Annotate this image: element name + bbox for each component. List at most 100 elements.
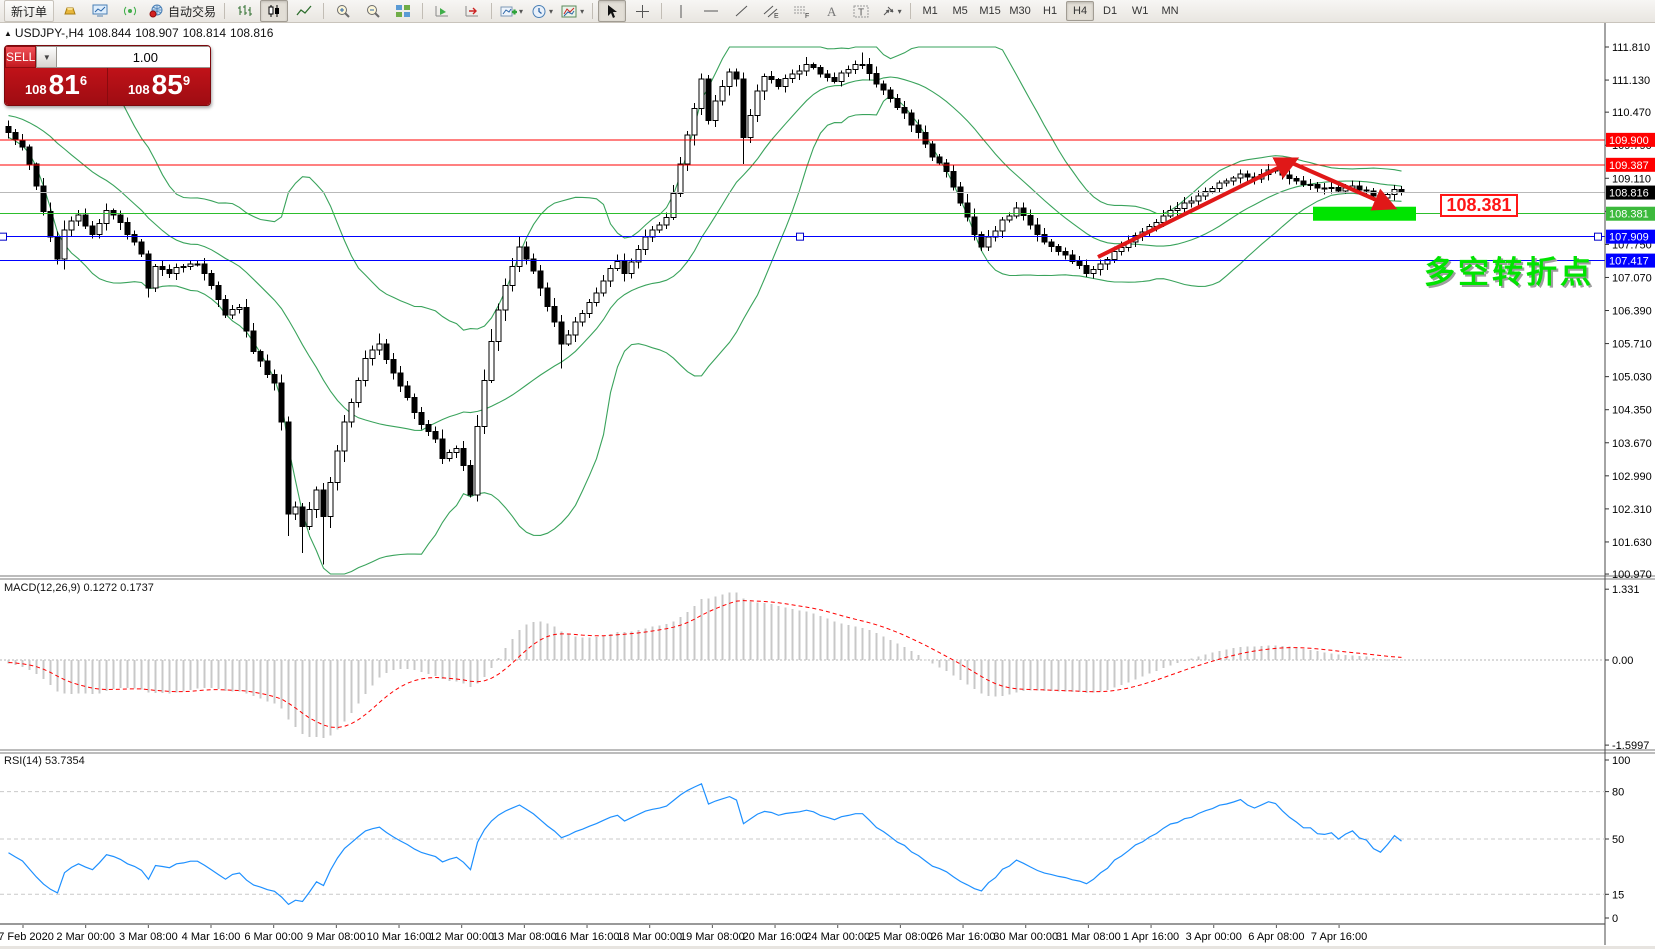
axis-label-109.387: 109.387 <box>1606 158 1655 172</box>
price-chart[interactable]: 111.810111.130110.470109.790109.110108.4… <box>0 23 1655 949</box>
equidistant-channel-tool-icon[interactable]: E <box>757 0 785 22</box>
text-label-tool-icon[interactable]: T <box>847 0 875 22</box>
tf-m1[interactable]: M1 <box>916 1 944 21</box>
tf-w1[interactable]: W1 <box>1126 1 1154 21</box>
chevron-down-icon[interactable]: ▾ <box>519 7 523 16</box>
separator <box>224 3 225 19</box>
chart-window[interactable]: 111.810111.130110.470109.790109.110108.4… <box>0 23 1655 949</box>
price-lines[interactable] <box>0 140 1605 261</box>
terminal-icon[interactable] <box>86 0 114 22</box>
signals-icon[interactable] <box>116 0 144 22</box>
chevron-down-icon[interactable]: ▾ <box>549 7 553 16</box>
tf-m5[interactable]: M5 <box>946 1 974 21</box>
rsi-indicator: 1008050150 <box>0 755 1630 925</box>
axis-label-108.816: 108.816 <box>1606 186 1655 200</box>
axis-label-107.417: 107.417 <box>1606 254 1655 268</box>
candlestick-mode-icon[interactable] <box>260 0 288 22</box>
svg-text:102.990: 102.990 <box>1612 471 1652 483</box>
open-value: 108.844 <box>88 26 131 40</box>
svg-text:24 Mar 00:00: 24 Mar 00:00 <box>805 931 870 943</box>
tf-m15[interactable]: M15 <box>976 1 1004 21</box>
macd-indicator: 1.3310.00-1.5997 <box>0 584 1649 752</box>
sell-button[interactable]: SELL <box>5 46 36 68</box>
collapse-triangle-icon[interactable]: ▲ <box>4 29 12 38</box>
svg-text:101.630: 101.630 <box>1612 537 1652 549</box>
svg-text:9 Mar 08:00: 9 Mar 08:00 <box>307 931 366 943</box>
lot-decrease-button[interactable]: ▼ <box>36 46 57 68</box>
chevron-down-icon[interactable]: ▾ <box>898 7 902 16</box>
separator <box>592 3 593 19</box>
svg-text:3 Apr 00:00: 3 Apr 00:00 <box>1186 931 1242 943</box>
text-tool-icon[interactable]: A <box>817 0 845 22</box>
svg-text:0.00: 0.00 <box>1612 655 1633 667</box>
svg-text:18 Mar 00:00: 18 Mar 00:00 <box>617 931 682 943</box>
tf-h1[interactable]: H1 <box>1036 1 1064 21</box>
cursor-tool-icon[interactable] <box>598 0 626 22</box>
time-axis[interactable]: 27 Feb 20202 Mar 00:003 Mar 08:004 Mar 1… <box>0 925 1367 943</box>
sell-price-point: 6 <box>80 73 87 88</box>
svg-text:111.810: 111.810 <box>1612 42 1650 54</box>
macd-signal-line <box>9 601 1402 728</box>
separator <box>910 3 911 19</box>
svg-text:4 Mar 16:00: 4 Mar 16:00 <box>182 931 241 943</box>
candles <box>6 52 1404 564</box>
chinese-annotation[interactable]: 多空转折点 <box>1424 247 1594 292</box>
bar-chart-mode-icon[interactable] <box>230 0 258 22</box>
svg-text:0: 0 <box>1612 913 1618 925</box>
sell-price-pips: 81 <box>49 70 80 100</box>
zoom-in-icon[interactable] <box>329 0 357 22</box>
macd-histogram <box>8 593 1403 739</box>
svg-text:80: 80 <box>1612 787 1624 799</box>
svg-text:16 Mar 16:00: 16 Mar 16:00 <box>555 931 620 943</box>
new-order-button[interactable]: 新订单 <box>4 0 54 22</box>
tile-windows-icon[interactable] <box>389 0 417 22</box>
svg-text:20 Mar 16:00: 20 Mar 16:00 <box>743 931 808 943</box>
tf-h4[interactable]: H4 <box>1066 1 1094 21</box>
svg-text:103.670: 103.670 <box>1612 438 1652 450</box>
price-axis[interactable]: 111.810111.130110.470109.790109.110108.4… <box>1605 42 1652 581</box>
svg-text:50: 50 <box>1612 834 1624 846</box>
buy-price-pips: 85 <box>152 70 183 100</box>
svg-text:25 Mar 08:00: 25 Mar 08:00 <box>868 931 933 943</box>
svg-text:6 Apr 08:00: 6 Apr 08:00 <box>1248 931 1304 943</box>
svg-text:27 Feb 2020: 27 Feb 2020 <box>0 931 54 943</box>
price-annotation-box[interactable]: 108.381 <box>1440 194 1518 217</box>
crosshair-tool-icon[interactable] <box>628 0 656 22</box>
fibonacci-tool-icon[interactable]: F <box>787 0 815 22</box>
horizontal-line-tool-icon[interactable] <box>697 0 725 22</box>
lot-size-input[interactable] <box>57 46 211 68</box>
autotrading-button[interactable]: 自动交易 <box>146 0 219 22</box>
svg-text:31 Mar 08:00: 31 Mar 08:00 <box>1056 931 1121 943</box>
trendline-tool-icon[interactable] <box>727 0 755 22</box>
one-click-trading-panel: SELL ▼ ▲ BUY 108 81 6 108 85 9 <box>4 45 211 106</box>
bb-middle <box>9 77 1402 430</box>
svg-text:107.070: 107.070 <box>1612 272 1652 284</box>
support-zone-rect[interactable] <box>1313 207 1416 221</box>
indicators-button[interactable]: ▾ <box>497 0 526 22</box>
tf-d1[interactable]: D1 <box>1096 1 1124 21</box>
zoom-out-icon[interactable] <box>359 0 387 22</box>
sell-price-figure: 108 <box>25 82 47 97</box>
line-chart-mode-icon[interactable] <box>290 0 318 22</box>
periods-button[interactable]: ▾ <box>528 0 556 22</box>
separator <box>491 3 492 19</box>
vertical-line-tool-icon[interactable] <box>667 0 695 22</box>
auto-scroll-icon[interactable] <box>428 0 456 22</box>
arrows-tool-button[interactable]: ▾ <box>877 0 905 22</box>
buy-price[interactable]: 108 85 9 <box>108 68 210 105</box>
tf-mn[interactable]: MN <box>1156 1 1184 21</box>
rsi-label: RSI(14) 53.7354 <box>4 755 85 767</box>
chevron-down-icon[interactable]: ▾ <box>580 7 584 16</box>
deposit-gold-icon[interactable] <box>56 0 84 22</box>
sell-price[interactable]: 108 81 6 <box>5 68 108 105</box>
low-value: 108.814 <box>183 26 226 40</box>
separator <box>661 3 662 19</box>
templates-button[interactable]: ▾ <box>558 0 587 22</box>
svg-text:E: E <box>774 13 779 19</box>
high-value: 108.907 <box>135 26 178 40</box>
axis-label-109.900: 109.900 <box>1606 133 1655 147</box>
svg-text:100.970: 100.970 <box>1612 569 1652 581</box>
tf-m30[interactable]: M30 <box>1006 1 1034 21</box>
autotrading-label: 自动交易 <box>168 3 216 20</box>
chart-shift-icon[interactable] <box>458 0 486 22</box>
